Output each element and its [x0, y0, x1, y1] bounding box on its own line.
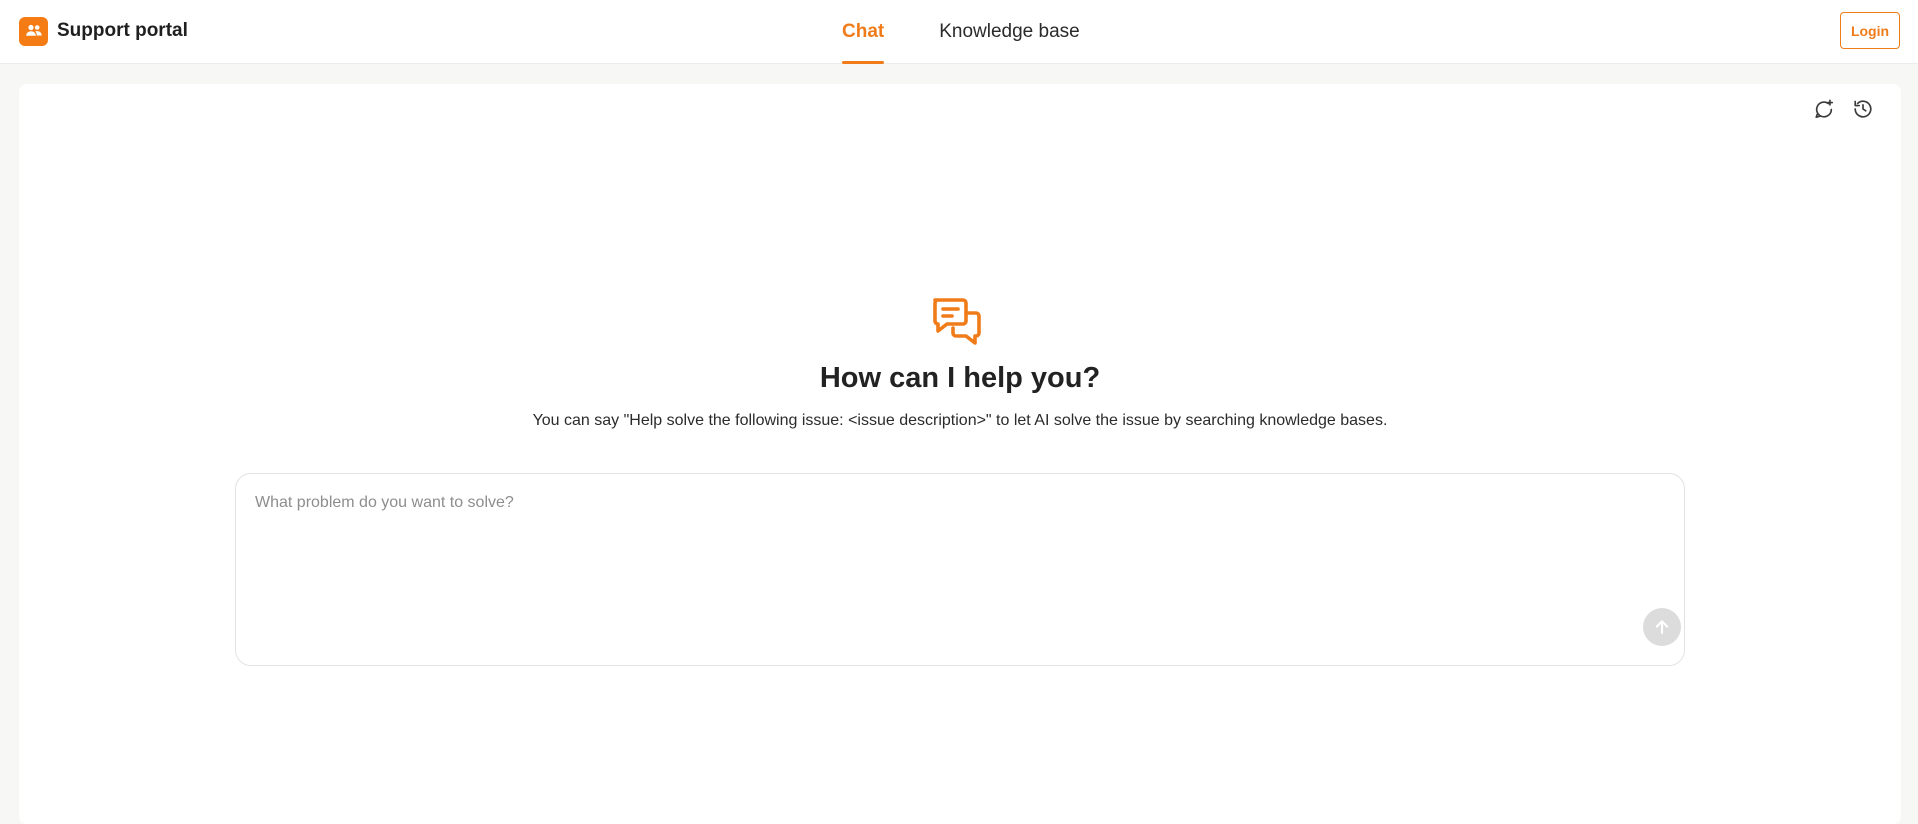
- hero-subtitle: You can say "Help solve the following is…: [532, 412, 1388, 429]
- message-input[interactable]: [255, 494, 1655, 604]
- brand[interactable]: Support portal: [19, 16, 188, 46]
- top-bar: Support portal Chat Knowledge base Login: [0, 0, 1918, 64]
- users-icon: [19, 16, 48, 46]
- login-button[interactable]: Login: [1840, 12, 1900, 49]
- arrow-up-icon: [1655, 620, 1669, 635]
- tab-label: Chat: [842, 21, 885, 42]
- chat-panel: How can I help you? You can say "Help so…: [19, 84, 1901, 824]
- panel-toolbar: [1811, 96, 1875, 121]
- main-tabs: Chat Knowledge base: [822, 0, 1100, 64]
- new-chat-icon[interactable]: [1811, 96, 1836, 121]
- message-composer: [235, 473, 1685, 666]
- chat-bubbles-icon: [931, 293, 987, 349]
- history-icon[interactable]: [1850, 96, 1875, 121]
- hero-title: How can I help you?: [819, 362, 1101, 394]
- send-button[interactable]: [1643, 608, 1681, 646]
- app-name: Support portal: [57, 20, 188, 41]
- tab-label: Knowledge base: [939, 21, 1080, 42]
- tab-chat[interactable]: Chat: [822, 0, 904, 64]
- tab-knowledge-base[interactable]: Knowledge base: [919, 0, 1100, 64]
